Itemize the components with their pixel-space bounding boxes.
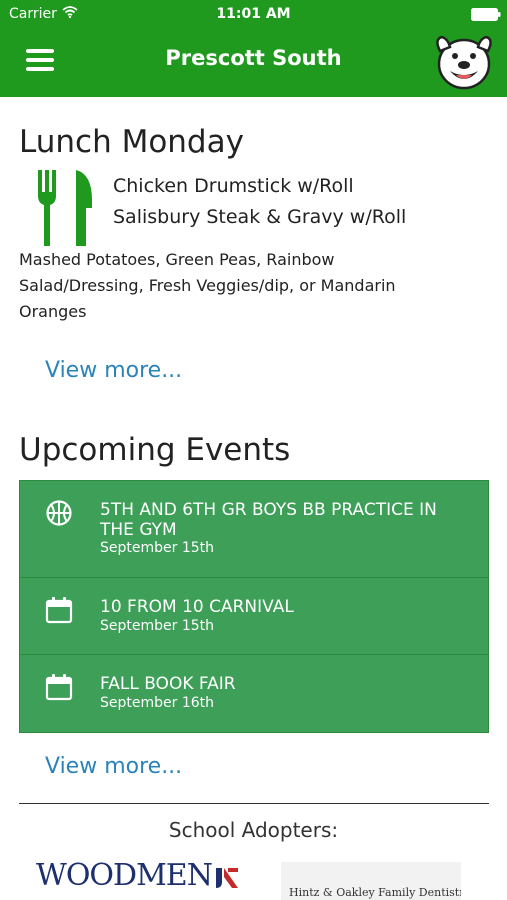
- lunch-sides: Mashed Potatoes, Green Peas, Rainbow Sal…: [19, 250, 396, 321]
- woodmen-mark-icon: [216, 868, 238, 888]
- events-section-title: Upcoming Events: [19, 432, 291, 468]
- dentistry-logo-text: Hintz & Oakley Family Dentistry: [289, 886, 461, 899]
- event-item[interactable]: FALL BOOK FAIR September 16th: [20, 655, 488, 732]
- event-date: September 15th: [100, 540, 215, 556]
- event-title: FALL BOOK FAIR: [100, 674, 236, 694]
- app-header: Carrier 11:01 AM Prescott South: [0, 0, 507, 97]
- fork-knife-icon: [38, 170, 92, 246]
- page-title: Prescott South: [165, 46, 342, 70]
- woodmen-logo[interactable]: WOODMEN: [36, 858, 241, 900]
- woodmen-logo-text: WOODMEN: [36, 858, 213, 893]
- calendar-icon: [45, 597, 73, 624]
- lunch-section-title: Lunch Monday: [19, 124, 244, 160]
- section-divider: [19, 803, 489, 804]
- lunch-view-more-link[interactable]: View more...: [45, 358, 182, 383]
- event-date: September 15th: [100, 618, 215, 634]
- basketball-icon: [46, 500, 72, 526]
- event-date: September 16th: [100, 695, 215, 711]
- dentistry-logo[interactable]: Hintz & Oakley Family Dentistry: [281, 862, 461, 900]
- events-list: 5TH AND 6TH GR BOYS BB PRACTICE IN THE G…: [19, 480, 489, 733]
- event-title: 5TH AND 6TH GR BOYS BB PRACTICE IN THE G…: [100, 500, 437, 540]
- events-view-more-link[interactable]: View more...: [45, 754, 182, 779]
- event-item[interactable]: 5TH AND 6TH GR BOYS BB PRACTICE IN THE G…: [20, 481, 488, 578]
- lunch-entree: Salisbury Steak & Gravy w/Roll: [113, 206, 407, 228]
- event-title: 10 FROM 10 CARNIVAL: [100, 597, 294, 617]
- battery-icon: [471, 8, 501, 21]
- event-item[interactable]: 10 FROM 10 CARNIVAL September 15th: [20, 578, 488, 655]
- calendar-icon: [45, 674, 73, 701]
- status-bar: Carrier 11:01 AM: [0, 0, 507, 28]
- school-adopters-label: School Adopters:: [168, 818, 339, 842]
- bulldog-mascot-icon[interactable]: [432, 31, 496, 93]
- lunch-entree: Chicken Drumstick w/Roll: [113, 175, 354, 197]
- status-time: 11:01 AM: [216, 6, 291, 22]
